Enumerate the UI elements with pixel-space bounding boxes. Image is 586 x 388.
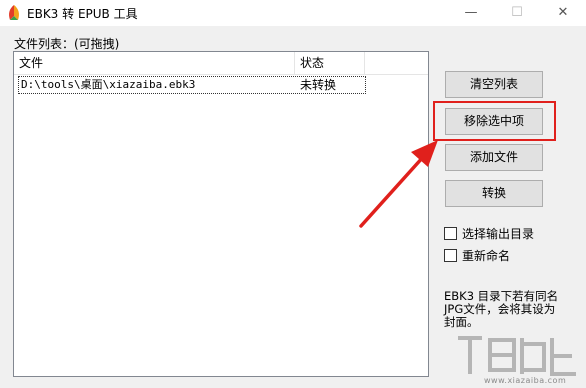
watermark-site: www.xiazaiba.com	[484, 376, 567, 385]
